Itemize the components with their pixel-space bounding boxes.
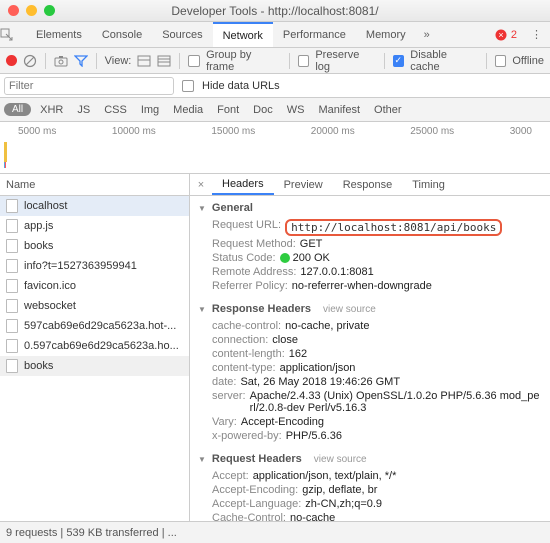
timeline-overview[interactable]: 5000 ms 10000 ms 15000 ms 20000 ms 25000… (0, 122, 550, 174)
window-controls (8, 5, 55, 16)
view-label: View: (105, 55, 132, 67)
request-row[interactable]: app.js (0, 216, 189, 236)
section-request-headers: Request Headersview source Accept:applic… (198, 453, 542, 521)
request-row[interactable]: info?t=1527363959941 (0, 256, 189, 276)
offline-label: Offline (512, 55, 544, 67)
file-icon (6, 259, 18, 273)
type-media[interactable]: Media (168, 104, 208, 116)
group-by-frame-checkbox[interactable] (188, 55, 200, 67)
minimize-window-button[interactable] (26, 5, 37, 16)
view-small-icon[interactable] (157, 54, 171, 68)
filter-icon[interactable] (74, 54, 88, 68)
section-general-header[interactable]: General (198, 202, 542, 214)
request-details: × Headers Preview Response Timing Genera… (190, 174, 550, 521)
section-response-headers-header[interactable]: Response Headersview source (198, 303, 542, 315)
file-icon (6, 219, 18, 233)
type-manifest[interactable]: Manifest (313, 104, 365, 116)
inspect-icon[interactable] (0, 28, 26, 41)
file-icon (6, 299, 18, 313)
close-details-icon[interactable]: × (190, 179, 212, 191)
section-general: General Request URL:http://localhost:808… (198, 202, 542, 293)
camera-icon[interactable] (54, 54, 68, 68)
file-icon (6, 319, 18, 333)
tab-console[interactable]: Console (92, 22, 152, 47)
details-tab-response[interactable]: Response (333, 174, 403, 195)
hide-data-urls-label: Hide data URLs (202, 80, 280, 92)
view-source-link[interactable]: view source (314, 454, 367, 465)
request-row[interactable]: localhost (0, 196, 189, 216)
request-name: localhost (24, 200, 67, 212)
close-window-button[interactable] (8, 5, 19, 16)
request-list-header[interactable]: Name (0, 174, 189, 196)
request-name: favicon.ico (24, 280, 76, 292)
status-dot-icon (280, 253, 290, 263)
tab-elements[interactable]: Elements (26, 22, 92, 47)
window-title: Developer Tools - http://localhost:8081/ (8, 4, 542, 18)
tab-memory[interactable]: Memory (356, 22, 416, 47)
type-ws[interactable]: WS (282, 104, 310, 116)
preserve-log-label: Preserve log (315, 49, 375, 73)
maximize-window-button[interactable] (44, 5, 55, 16)
tab-performance[interactable]: Performance (273, 22, 356, 47)
type-doc[interactable]: Doc (248, 104, 278, 116)
request-name: 597cab69e6d29ca5623a.hot-... (24, 320, 176, 332)
file-icon (6, 279, 18, 293)
type-js[interactable]: JS (72, 104, 95, 116)
section-request-headers-header[interactable]: Request Headersview source (198, 453, 542, 465)
network-toolbar: View: Group by frame Preserve log Disabl… (0, 48, 550, 74)
hide-data-urls-checkbox[interactable] (182, 80, 194, 92)
disable-cache-label: Disable cache (410, 49, 477, 73)
file-icon (6, 199, 18, 213)
kebab-menu-icon[interactable]: ⋮ (523, 28, 550, 41)
tab-network[interactable]: Network (213, 22, 273, 47)
type-css[interactable]: CSS (99, 104, 132, 116)
request-name: books (24, 360, 53, 372)
request-row[interactable]: 0.597cab69e6d29ca5623a.ho... (0, 336, 189, 356)
type-img[interactable]: Img (136, 104, 164, 116)
details-tab-preview[interactable]: Preview (274, 174, 333, 195)
status-bar: 9 requests | 539 KB transferred | ... (0, 521, 550, 543)
file-icon (6, 239, 18, 253)
view-source-link[interactable]: view source (323, 304, 376, 315)
file-icon (6, 359, 18, 373)
request-url-value: http://localhost:8081/api/books (285, 219, 502, 236)
section-response-headers: Response Headersview source cache-contro… (198, 303, 542, 443)
file-icon (6, 339, 18, 353)
filter-bar: Hide data URLs (0, 74, 550, 98)
preserve-log-checkbox[interactable] (298, 55, 310, 67)
type-other[interactable]: Other (369, 104, 407, 116)
error-count[interactable]: × 2 (489, 29, 523, 41)
request-name: websocket (24, 300, 76, 312)
request-name: info?t=1527363959941 (24, 260, 137, 272)
disable-cache-checkbox[interactable] (393, 55, 405, 67)
record-button[interactable] (6, 55, 17, 66)
request-name: 0.597cab69e6d29ca5623a.ho... (24, 340, 179, 352)
request-name: app.js (24, 220, 53, 232)
details-tab-headers[interactable]: Headers (212, 174, 274, 195)
panel-tabs: Elements Console Sources Network Perform… (0, 22, 550, 48)
type-filter-bar: All XHR JS CSS Img Media Font Doc WS Man… (0, 98, 550, 122)
request-row[interactable]: favicon.ico (0, 276, 189, 296)
type-xhr[interactable]: XHR (35, 104, 68, 116)
request-name: books (24, 240, 53, 252)
request-row[interactable]: books (0, 236, 189, 256)
request-row[interactable]: books (0, 356, 189, 376)
request-row[interactable]: websocket (0, 296, 189, 316)
offline-checkbox[interactable] (495, 55, 507, 67)
view-large-icon[interactable] (137, 54, 151, 68)
window-titlebar: Developer Tools - http://localhost:8081/ (0, 0, 550, 22)
filter-input[interactable] (4, 77, 174, 95)
type-all[interactable]: All (4, 103, 31, 116)
group-by-frame-label: Group by frame (206, 49, 281, 73)
request-list: Name localhost app.js books info?t=15273639… (0, 174, 190, 521)
svg-text:×: × (498, 30, 503, 40)
tab-sources[interactable]: Sources (152, 22, 212, 47)
request-row[interactable]: 597cab69e6d29ca5623a.hot-... (0, 316, 189, 336)
more-tabs-icon[interactable]: » (416, 29, 438, 41)
type-font[interactable]: Font (212, 104, 244, 116)
clear-icon[interactable] (23, 54, 37, 68)
details-tab-timing[interactable]: Timing (402, 174, 455, 195)
